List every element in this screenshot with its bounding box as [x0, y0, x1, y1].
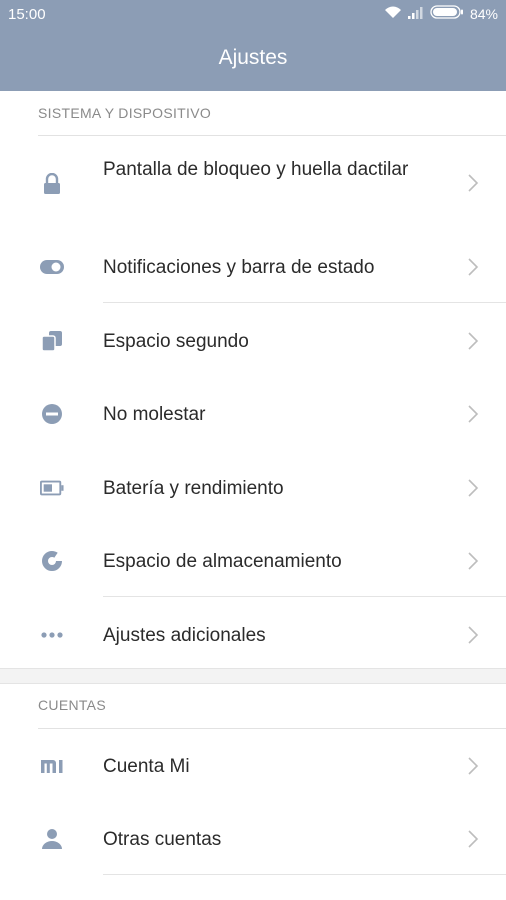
chevron-right-icon [466, 404, 480, 424]
chevron-right-icon [466, 173, 480, 193]
settings-item-label: Otras cuentas [103, 829, 222, 850]
settings-item-do-not-disturb[interactable]: No molestar [0, 377, 506, 450]
second-space-icon [40, 329, 64, 353]
page-title: Ajustes [218, 46, 288, 69]
battery-percent: 84% [469, 5, 498, 22]
chevron-right-icon [466, 551, 480, 571]
lock-icon [40, 172, 64, 196]
wifi-icon [384, 5, 402, 22]
settings-item-label: No molestar [103, 404, 206, 425]
more-icon [40, 623, 64, 647]
settings-item-label: Espacio de almacenamiento [103, 551, 342, 572]
settings-item-storage[interactable]: Espacio de almacenamiento [0, 524, 506, 597]
chevron-right-icon [466, 257, 480, 277]
settings-item-label: Pantalla de bloqueo y huella dactilar [103, 159, 409, 180]
signal-icon [407, 6, 424, 22]
status-bar: 15:00 84% [0, 0, 506, 30]
status-time: 15:00 [8, 6, 46, 23]
settings-item-additional[interactable]: Ajustes adicionales [0, 598, 506, 670]
settings-item-label: Cuenta Mi [103, 756, 190, 777]
app-header: 15:00 84% Ajustes [0, 0, 506, 91]
chevron-right-icon [466, 625, 480, 645]
section-label-system: SISTEMA Y DISPOSITIVO [38, 105, 212, 121]
battery-icon [430, 5, 464, 22]
battery-performance-icon [40, 476, 64, 500]
settings-item-lock-screen[interactable]: Pantalla de bloqueo y huella dactilar [0, 136, 506, 230]
storage-icon [40, 549, 64, 573]
settings-item-other-accounts[interactable]: Otras cuentas [0, 802, 506, 875]
section-gap [0, 668, 506, 684]
settings-item-mi-account[interactable]: Cuenta Mi [0, 729, 506, 802]
settings-item-label: Espacio segundo [103, 331, 249, 352]
item-divider [103, 302, 506, 303]
settings-item-label: Ajustes adicionales [103, 625, 266, 646]
settings-item-battery[interactable]: Batería y rendimiento [0, 451, 506, 524]
status-icons: 84% [384, 5, 498, 22]
do-not-disturb-icon [40, 402, 64, 426]
item-divider [103, 596, 506, 597]
toggle-icon [40, 255, 64, 279]
settings-item-notifications[interactable]: Notificaciones y barra de estado [0, 230, 506, 303]
chevron-right-icon [466, 756, 480, 776]
chevron-right-icon [466, 829, 480, 849]
person-icon [40, 827, 64, 851]
settings-item-label: Batería y rendimiento [103, 478, 284, 499]
section-label-accounts: CUENTAS [38, 697, 106, 713]
settings-item-label: Notificaciones y barra de estado [103, 257, 375, 278]
chevron-right-icon [466, 331, 480, 351]
chevron-right-icon [466, 478, 480, 498]
mi-account-icon [40, 754, 64, 778]
settings-item-second-space[interactable]: Espacio segundo [0, 304, 506, 377]
item-divider [103, 874, 506, 875]
